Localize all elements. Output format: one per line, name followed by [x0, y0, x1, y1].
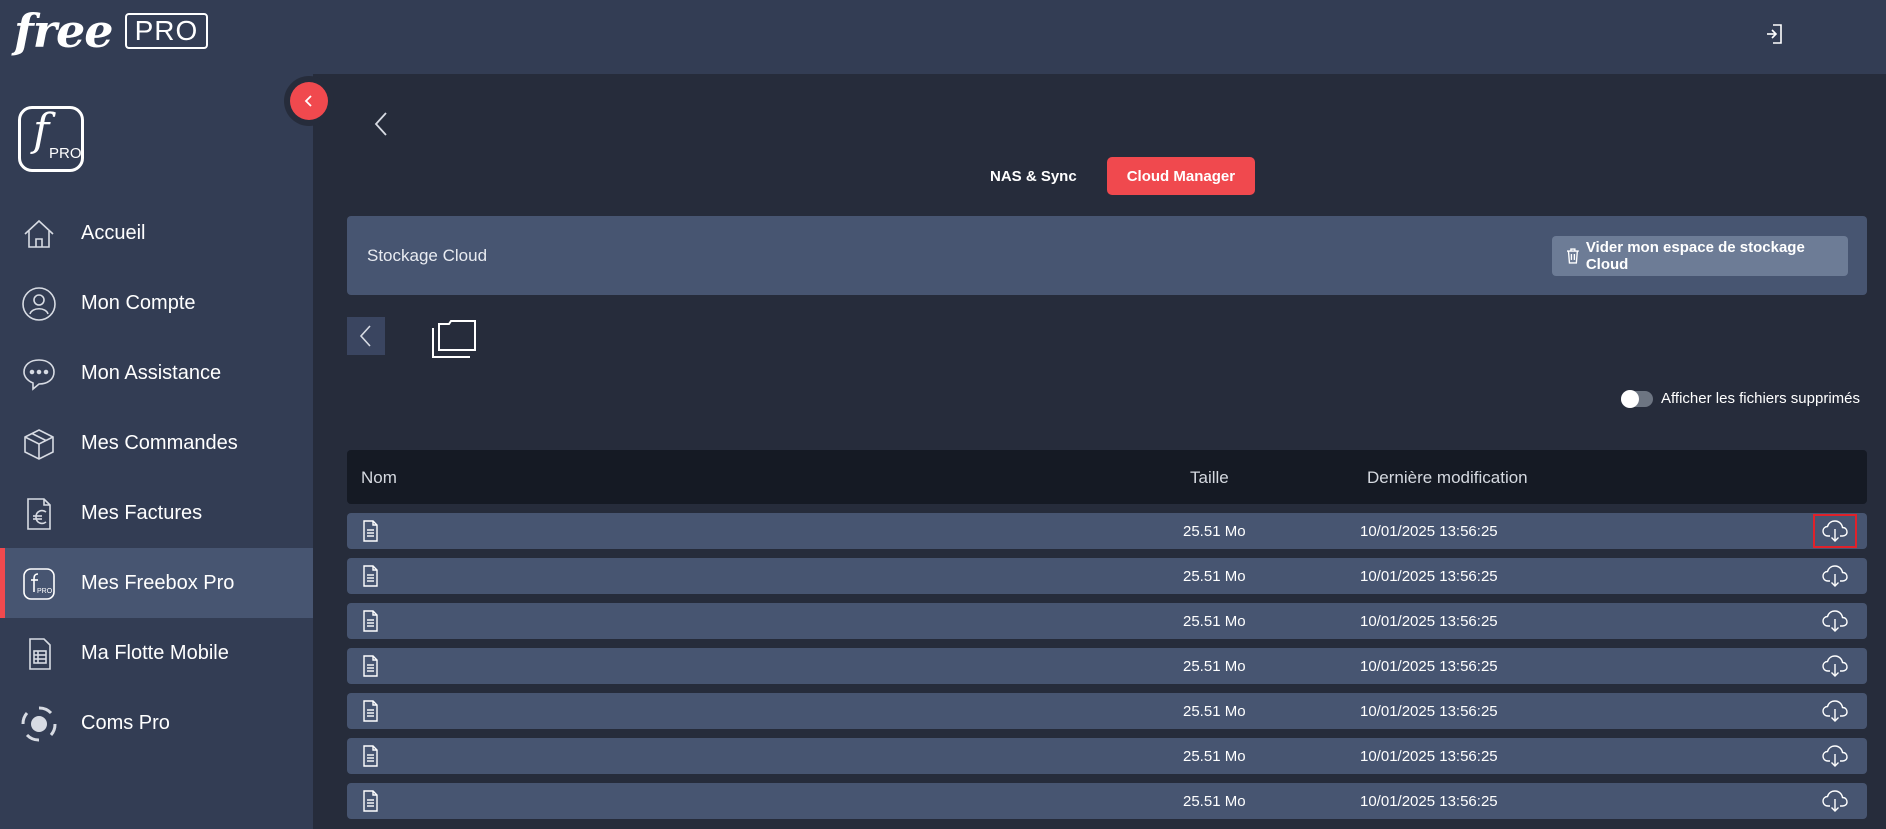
sidebar-item-label: Mes Factures: [81, 501, 203, 524]
table-header: Nom Taille Dernière modification: [347, 450, 1867, 504]
folder-icon: [430, 312, 478, 360]
table-row[interactable]: 25.51 Mo 10/01/2025 13:56:25: [347, 648, 1867, 684]
home-icon: [20, 215, 58, 253]
tab-nas-sync[interactable]: NAS & Sync: [970, 157, 1097, 195]
folder-back-button[interactable]: [347, 317, 385, 355]
file-size: 25.51 Mo: [1183, 523, 1246, 540]
sim-icon: [20, 635, 58, 673]
sidebar-item-mon-compte[interactable]: Mon Compte: [0, 268, 313, 338]
invoice-icon: [20, 495, 58, 533]
logo-pro: PRO: [49, 145, 82, 162]
tab-cloud-manager[interactable]: Cloud Manager: [1106, 157, 1256, 195]
sidebar: f PRO Accueil Mon Compte Mon Assistance …: [0, 74, 313, 829]
logout-icon[interactable]: [1764, 22, 1786, 46]
sidebar-item-label: Mon Compte: [81, 291, 196, 314]
coms-icon: [20, 705, 58, 743]
file-modified: 10/01/2025 13:56:25: [1360, 748, 1498, 765]
file-size: 25.51 Mo: [1183, 703, 1246, 720]
sidebar-item-coms-pro[interactable]: Coms Pro: [0, 688, 313, 758]
sidebar-item-label: Coms Pro: [81, 711, 170, 734]
sidebar-item-mon-assistance[interactable]: Mon Assistance: [0, 338, 313, 408]
cloud-download-icon[interactable]: [1813, 514, 1857, 548]
chat-icon: [20, 355, 58, 393]
sidebar-item-mes-factures[interactable]: Mes Factures: [0, 478, 313, 548]
sidebar-item-label: Mes Commandes: [81, 431, 238, 454]
file-modified: 10/01/2025 13:56:25: [1360, 658, 1498, 675]
file-list: 25.51 Mo 10/01/2025 13:56:25 25.51 Mo 10…: [347, 513, 1867, 828]
user-icon: [20, 285, 58, 323]
table-row[interactable]: 25.51 Mo 10/01/2025 13:56:25: [347, 558, 1867, 594]
table-row[interactable]: 25.51 Mo 10/01/2025 13:56:25: [347, 603, 1867, 639]
toggle-knob: [1621, 389, 1640, 408]
sidebar-item-mes-freebox-pro[interactable]: PRO Mes Freebox Pro: [0, 548, 313, 618]
column-header-modified[interactable]: Dernière modification: [1367, 468, 1528, 488]
table-row[interactable]: 25.51 Mo 10/01/2025 13:56:25: [347, 783, 1867, 819]
top-bar: free PRO: [0, 0, 1886, 74]
panel-title: Stockage Cloud: [367, 246, 488, 265]
cloud-download-icon[interactable]: [1813, 559, 1857, 593]
cloud-download-icon[interactable]: [1813, 739, 1857, 773]
empty-cloud-storage-button[interactable]: Vider mon espace de stockage Cloud: [1552, 236, 1848, 276]
cloud-storage-panel: Stockage Cloud Vider mon espace de stock…: [347, 216, 1867, 295]
sidebar-item-mes-commandes[interactable]: Mes Commandes: [0, 408, 313, 478]
svg-text:PRO: PRO: [37, 588, 53, 595]
trash-icon: [1566, 248, 1579, 264]
column-header-name[interactable]: Nom: [361, 468, 397, 488]
file-size: 25.51 Mo: [1183, 658, 1246, 675]
table-row[interactable]: 25.51 Mo 10/01/2025 13:56:25: [347, 738, 1867, 774]
freebox-pro-logo: f PRO: [18, 106, 84, 172]
table-row[interactable]: 25.51 Mo 10/01/2025 13:56:25: [347, 693, 1867, 729]
empty-cloud-storage-label: Vider mon espace de stockage Cloud: [1585, 239, 1805, 273]
file-size: 25.51 Mo: [1183, 748, 1246, 765]
cloud-download-icon[interactable]: [1813, 694, 1857, 728]
file-icon: [359, 609, 381, 633]
file-modified: 10/01/2025 13:56:25: [1360, 568, 1498, 585]
file-icon: [359, 519, 381, 543]
file-size: 25.51 Mo: [1183, 568, 1246, 585]
cloud-download-icon[interactable]: [1813, 649, 1857, 683]
box-icon: [20, 425, 58, 463]
sidebar-item-label: Ma Flotte Mobile: [81, 641, 229, 664]
file-icon: [359, 744, 381, 768]
brand-logo[interactable]: free PRO: [14, 4, 209, 58]
table-row[interactable]: 25.51 Mo 10/01/2025 13:56:25: [347, 513, 1867, 549]
show-deleted-files-toggle[interactable]: [1621, 389, 1654, 408]
cloud-download-icon[interactable]: [1813, 784, 1857, 818]
brand-free-text: free: [14, 4, 114, 58]
freebox-icon: PRO: [20, 565, 58, 603]
cloud-download-icon[interactable]: [1813, 604, 1857, 638]
file-modified: 10/01/2025 13:56:25: [1360, 703, 1498, 720]
file-size: 25.51 Mo: [1183, 613, 1246, 630]
file-modified: 10/01/2025 13:56:25: [1360, 793, 1498, 810]
sidebar-nav: Accueil Mon Compte Mon Assistance Mes Co…: [0, 198, 313, 758]
chevron-left-icon: [359, 325, 371, 347]
show-deleted-files-toggle-row: Afficher les fichiers supprimés: [1621, 389, 1860, 408]
tab-bar: NAS & Sync Cloud Manager: [970, 157, 1256, 195]
back-arrow-icon[interactable]: [372, 110, 392, 138]
sidebar-item-label: Accueil: [81, 221, 146, 244]
show-deleted-files-label: Afficher les fichiers supprimés: [1661, 390, 1860, 407]
logo-letter: f: [33, 105, 50, 156]
chevron-left-icon: [290, 82, 328, 120]
sidebar-item-accueil[interactable]: Accueil: [0, 198, 313, 268]
column-header-size[interactable]: Taille: [1190, 468, 1229, 488]
file-size: 25.51 Mo: [1183, 793, 1246, 810]
file-icon: [359, 564, 381, 588]
file-icon: [359, 699, 381, 723]
file-modified: 10/01/2025 13:56:25: [1360, 523, 1498, 540]
sidebar-item-label: Mes Freebox Pro: [81, 571, 235, 594]
sidebar-item-label: Mon Assistance: [81, 361, 222, 384]
file-icon: [359, 789, 381, 813]
file-modified: 10/01/2025 13:56:25: [1360, 613, 1498, 630]
sidebar-item-ma-flotte-mobile[interactable]: Ma Flotte Mobile: [0, 618, 313, 688]
sidebar-collapse-button[interactable]: [284, 76, 334, 126]
brand-pro-badge: PRO: [124, 13, 209, 49]
file-icon: [359, 654, 381, 678]
